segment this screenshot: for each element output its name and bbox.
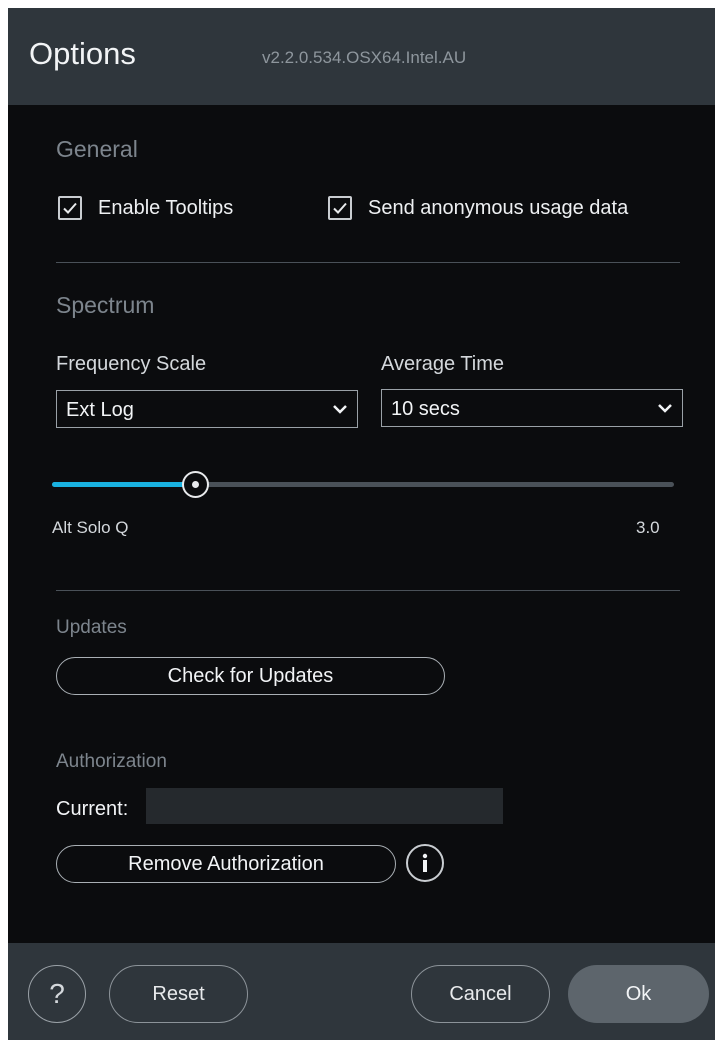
spectrum-heading: Spectrum bbox=[56, 292, 155, 318]
version-label: v2.2.0.534.OSX64.Intel.AU bbox=[262, 48, 467, 67]
chevron-down-icon bbox=[658, 404, 672, 413]
chevron-down-icon bbox=[333, 405, 347, 414]
check-for-updates-button[interactable]: Check for Updates bbox=[56, 657, 445, 695]
checkbox-box bbox=[58, 196, 82, 220]
checkbox-box bbox=[328, 196, 352, 220]
help-icon: ? bbox=[49, 978, 65, 1009]
average-time-label: Average Time bbox=[381, 353, 505, 375]
info-icon bbox=[422, 853, 428, 872]
average-time-value: 10 secs bbox=[391, 398, 460, 420]
average-time-select[interactable]: 10 secs bbox=[381, 389, 683, 427]
divider bbox=[56, 590, 680, 591]
options-dialog: Options v2.2.0.534.OSX64.Intel.AU Genera… bbox=[8, 8, 715, 1040]
current-label: Current: bbox=[56, 798, 129, 820]
checkmark-icon bbox=[63, 202, 77, 214]
alt-solo-q-value: 3.0 bbox=[636, 518, 660, 537]
frequency-scale-label: Frequency Scale bbox=[56, 353, 207, 375]
general-heading: General bbox=[56, 136, 138, 162]
ok-button[interactable]: Ok bbox=[568, 965, 709, 1023]
slider-fill bbox=[52, 482, 196, 487]
send-usage-data-label: Send anonymous usage data bbox=[368, 196, 629, 219]
checkmark-icon bbox=[333, 202, 347, 214]
title-bar: Options v2.2.0.534.OSX64.Intel.AU bbox=[8, 8, 715, 105]
info-button[interactable] bbox=[406, 844, 444, 882]
dialog-title: Options bbox=[29, 36, 136, 71]
updates-heading: Updates bbox=[56, 617, 127, 638]
divider bbox=[56, 262, 680, 263]
frequency-scale-value: Ext Log bbox=[66, 399, 134, 421]
alt-solo-q-slider[interactable] bbox=[52, 471, 674, 498]
slider-handle[interactable] bbox=[182, 471, 210, 498]
frequency-scale-select[interactable]: Ext Log bbox=[56, 390, 358, 428]
alt-solo-q-label: Alt Solo Q bbox=[52, 518, 129, 537]
cancel-button[interactable]: Cancel bbox=[411, 965, 550, 1023]
reset-button[interactable]: Reset bbox=[109, 965, 248, 1023]
authorization-heading: Authorization bbox=[56, 751, 167, 772]
current-authorization-field bbox=[146, 788, 503, 824]
enable-tooltips-label: Enable Tooltips bbox=[98, 196, 234, 219]
enable-tooltips-checkbox[interactable]: Enable Tooltips bbox=[58, 196, 233, 220]
help-button[interactable]: ? bbox=[28, 965, 86, 1023]
send-usage-data-checkbox[interactable]: Send anonymous usage data bbox=[328, 196, 628, 220]
remove-authorization-button[interactable]: Remove Authorization bbox=[56, 845, 396, 883]
